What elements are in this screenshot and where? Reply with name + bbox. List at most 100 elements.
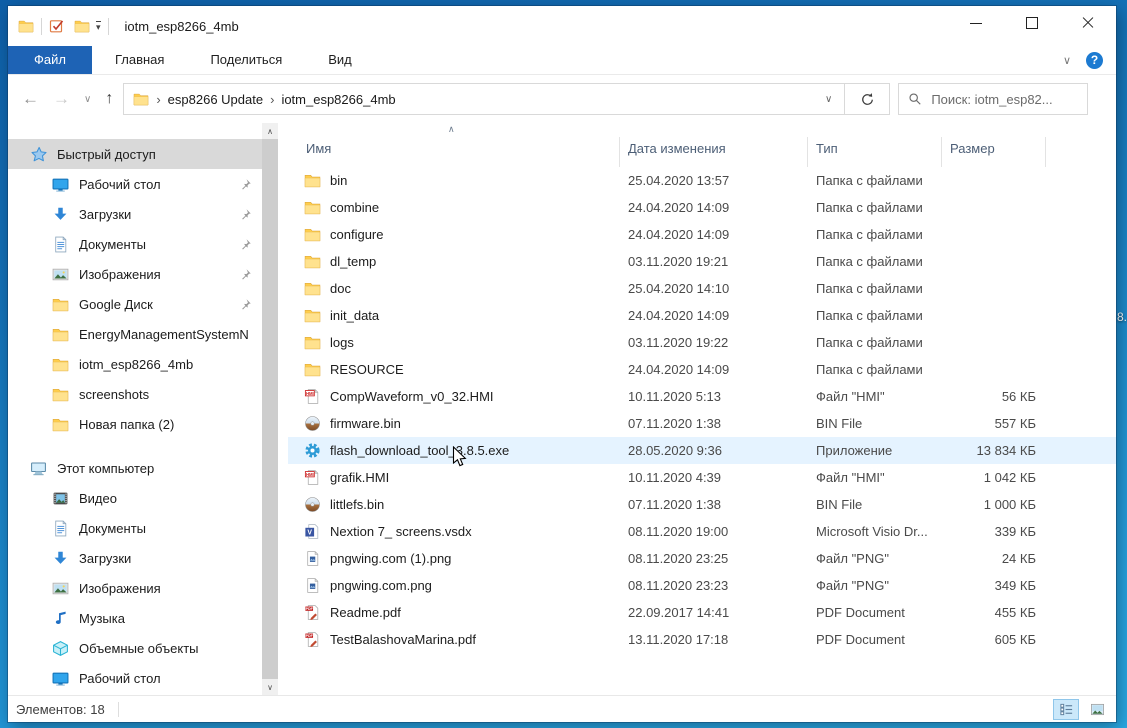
column-header-0[interactable]: Имя	[288, 137, 620, 167]
file-row[interactable]: littlefs.bin07.11.2020 1:38BIN File1 000…	[288, 491, 1116, 518]
collapse-ribbon-icon[interactable]: ∨	[1063, 54, 1071, 67]
sidebar-item[interactable]: Google Диск	[8, 289, 262, 319]
sidebar-item[interactable]: Рабочий стол	[8, 663, 262, 693]
file-row[interactable]: dl_temp03.11.2020 19:21Папка с файлами	[288, 248, 1116, 275]
file-name: init_data	[330, 308, 379, 323]
sidebar-item[interactable]: screenshots	[8, 379, 262, 409]
file-row[interactable]: doc25.04.2020 14:10Папка с файлами	[288, 275, 1116, 302]
minimize-button[interactable]	[948, 6, 1004, 40]
scroll-down-icon[interactable]: ∨	[262, 679, 278, 695]
title-bar: ▾ iotm_esp8266_4mb	[8, 6, 1116, 46]
back-button[interactable]: ←	[22, 89, 39, 109]
recent-locations-dropdown-icon[interactable]: ∨	[84, 94, 91, 105]
thumbnail-view-button[interactable]	[1084, 699, 1110, 720]
close-button[interactable]	[1060, 6, 1116, 40]
file-date-modified: 13.11.2020 17:18	[620, 632, 808, 647]
file-row[interactable]: pngwing.com (1).png08.11.2020 23:25Файл …	[288, 545, 1116, 572]
sidebar-item[interactable]: iotm_esp8266_4mb	[8, 349, 262, 379]
column-headers: ∧ ИмяДата измененияТипРазмер	[288, 123, 1116, 167]
file-row[interactable]: pngwing.com.png08.11.2020 23:23Файл "PNG…	[288, 572, 1116, 599]
refresh-icon	[860, 92, 875, 107]
address-bar[interactable]: ›esp8266 Update›iotm_esp8266_4mb ∨	[123, 83, 845, 115]
breadcrumb-separator-icon[interactable]: ›	[149, 92, 167, 107]
scroll-up-icon[interactable]: ∧	[262, 123, 278, 139]
file-row[interactable]: init_data24.04.2020 14:09Папка с файлами	[288, 302, 1116, 329]
items-count: Элементов: 18	[16, 702, 105, 717]
file-row[interactable]: firmware.bin07.11.2020 1:38BIN File557 К…	[288, 410, 1116, 437]
file-size: 455 КБ	[942, 605, 1046, 620]
file-row[interactable]: combine24.04.2020 14:09Папка с файлами	[288, 194, 1116, 221]
file-size: 1 000 КБ	[942, 497, 1046, 512]
sidebar-scrollbar[interactable]: ∧ ∨	[262, 123, 278, 695]
sidebar-item[interactable]: Загрузки	[8, 199, 262, 229]
sidebar-item[interactable]: Видео	[8, 483, 262, 513]
file-row[interactable]: logs03.11.2020 19:22Папка с файлами	[288, 329, 1116, 356]
pin-icon[interactable]	[239, 178, 252, 191]
column-header-1[interactable]: Дата изменения	[620, 137, 808, 167]
desktop-icon-label-fragment: 8.	[1117, 310, 1127, 324]
column-header-3[interactable]: Размер	[942, 137, 1046, 167]
breadcrumb-separator-icon[interactable]: ›	[263, 92, 281, 107]
file-row[interactable]: Readme.pdf22.09.2017 14:41PDF Document45…	[288, 599, 1116, 626]
navigation-toolbar: ← → ∨ ↑ ›esp8266 Update›iotm_esp8266_4mb…	[8, 75, 1116, 123]
sidebar-section-0[interactable]: Быстрый доступ	[8, 139, 262, 169]
address-dropdown-icon[interactable]: ∨	[819, 94, 838, 105]
ribbon-tab-2[interactable]: Поделиться	[187, 46, 305, 74]
maximize-button[interactable]	[1004, 6, 1060, 40]
sidebar-item[interactable]: Новая папка (2)	[8, 409, 262, 439]
file-date-modified: 25.04.2020 14:10	[620, 281, 808, 296]
file-row[interactable]: bin25.04.2020 13:57Папка с файлами	[288, 167, 1116, 194]
png-icon	[304, 577, 321, 594]
pin-icon[interactable]	[239, 298, 252, 311]
sidebar-item-label: Объемные объекты	[79, 641, 262, 656]
sidebar-item[interactable]: Объемные объекты	[8, 633, 262, 663]
pin-icon[interactable]	[239, 208, 252, 221]
folder-icon	[52, 416, 69, 433]
sort-ascending-icon: ∧	[448, 124, 455, 135]
sidebar-item[interactable]: Рабочий стол	[8, 169, 262, 199]
sidebar-item[interactable]: Загрузки	[8, 543, 262, 573]
customize-quick-access-dropdown-icon[interactable]: ▾	[96, 21, 101, 31]
sidebar-item[interactable]: Документы	[8, 513, 262, 543]
file-row[interactable]: TestBalashovaMarina.pdf13.11.2020 17:18P…	[288, 626, 1116, 653]
file-row[interactable]: Nextion 7_ screens.vsdx08.11.2020 19:00M…	[288, 518, 1116, 545]
new-folder-quick-button[interactable]	[74, 18, 90, 34]
scrollbar-thumb[interactable]	[262, 139, 278, 679]
ribbon-tab-1[interactable]: Главная	[92, 46, 187, 74]
refresh-button[interactable]	[845, 83, 890, 115]
file-name-cell: pngwing.com.png	[288, 577, 620, 594]
file-row[interactable]: CompWaveform_v0_32.HMI10.11.2020 5:13Фай…	[288, 383, 1116, 410]
sidebar-item[interactable]: Изображения	[8, 573, 262, 603]
file-type: Microsoft Visio Dr...	[808, 524, 942, 539]
ribbon-tab-3[interactable]: Вид	[305, 46, 375, 74]
file-row[interactable]: grafik.HMI10.11.2020 4:39Файл "HMI"1 042…	[288, 464, 1116, 491]
pin-icon[interactable]	[239, 268, 252, 281]
up-button[interactable]: ↑	[105, 90, 113, 108]
sidebar-item[interactable]: EnergyManagementSystemN	[8, 319, 262, 349]
properties-quick-button[interactable]	[49, 18, 65, 34]
breadcrumb-item[interactable]: iotm_esp8266_4mb	[281, 92, 395, 107]
sidebar-section-1[interactable]: Этот компьютер	[8, 453, 262, 483]
folder-icon	[304, 361, 321, 378]
pin-icon[interactable]	[239, 238, 252, 251]
ribbon-tab-0[interactable]: Файл	[8, 46, 92, 74]
file-row[interactable]: flash_download_tool_3.8.5.exe28.05.2020 …	[288, 437, 1116, 464]
file-size: 13 834 КБ	[942, 443, 1046, 458]
breadcrumb-item[interactable]: esp8266 Update	[168, 92, 263, 107]
file-size: 605 КБ	[942, 632, 1046, 647]
column-header-2[interactable]: Тип	[808, 137, 942, 167]
search-box[interactable]: Поиск: iotm_esp82...	[898, 83, 1088, 115]
details-view-button[interactable]	[1053, 699, 1079, 720]
folder-icon	[304, 253, 321, 270]
file-row[interactable]: RESOURCE24.04.2020 14:09Папка с файлами	[288, 356, 1116, 383]
help-button[interactable]: ?	[1086, 52, 1103, 69]
forward-button[interactable]: →	[53, 89, 70, 109]
sidebar-item[interactable]: Документы	[8, 229, 262, 259]
quick-access-star-icon	[30, 146, 47, 163]
sidebar-item[interactable]: Изображения	[8, 259, 262, 289]
file-type: Файл "HMI"	[808, 470, 942, 485]
file-row[interactable]: configure24.04.2020 14:09Папка с файлами	[288, 221, 1116, 248]
sidebar-item[interactable]: Музыка	[8, 603, 262, 633]
file-list: ∧ ИмяДата измененияТипРазмер bin25.04.20…	[278, 123, 1116, 695]
explorer-window: ▾ iotm_esp8266_4mb ФайлГлавнаяПоделиться…	[8, 6, 1116, 722]
